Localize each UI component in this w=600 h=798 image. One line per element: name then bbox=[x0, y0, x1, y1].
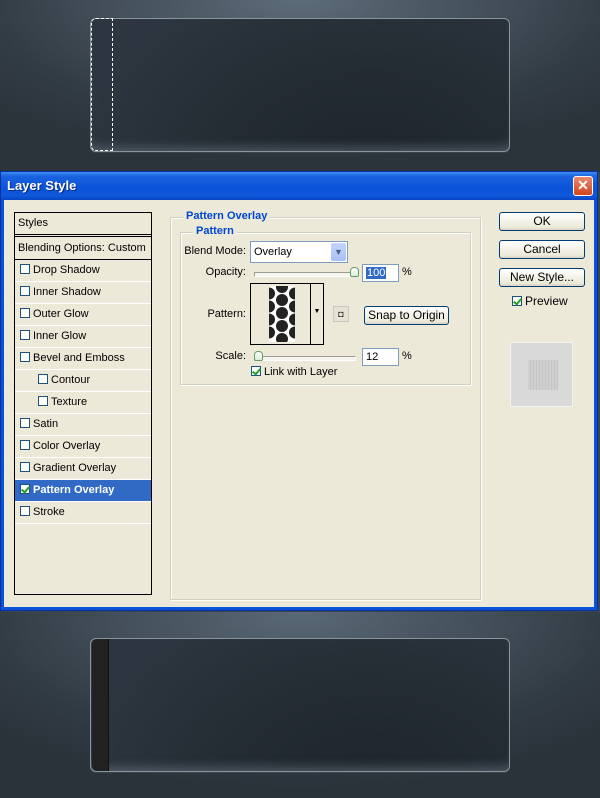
style-item-outer-glow[interactable]: Outer Glow bbox=[15, 304, 151, 326]
blend-mode-select[interactable]: Overlay ▼ bbox=[250, 241, 348, 263]
style-item-inner-shadow[interactable]: Inner Shadow bbox=[15, 282, 151, 304]
style-item-label: Pattern Overlay bbox=[33, 484, 115, 496]
new-style-button[interactable]: New Style... bbox=[499, 268, 585, 287]
style-checkbox[interactable] bbox=[38, 374, 48, 385]
style-item-label: Texture bbox=[51, 396, 88, 408]
dialog-title: Layer Style bbox=[7, 178, 77, 193]
opacity-label: Opacity: bbox=[205, 266, 246, 278]
style-item-label: Inner Glow bbox=[33, 330, 87, 342]
style-checkbox[interactable] bbox=[20, 484, 30, 495]
style-item-bevel-and-emboss[interactable]: Bevel and Emboss bbox=[15, 348, 151, 370]
layer-style-dialog: Layer Style ✕ Styles Blending Options: C… bbox=[0, 171, 598, 611]
style-item-texture[interactable]: Texture bbox=[15, 392, 151, 414]
scale-label: Scale: bbox=[215, 350, 246, 362]
style-item-satin[interactable]: Satin bbox=[15, 414, 151, 436]
pattern-strip bbox=[92, 639, 109, 771]
style-item-label: Gradient Overlay bbox=[33, 462, 117, 474]
style-checkbox[interactable] bbox=[38, 396, 48, 407]
blend-mode-label: Blend Mode: bbox=[184, 245, 246, 257]
style-checkbox[interactable] bbox=[20, 418, 30, 429]
blend-mode-value: Overlay bbox=[254, 246, 292, 258]
preview-swatch bbox=[528, 360, 558, 390]
style-item-gradient-overlay[interactable]: Gradient Overlay bbox=[15, 458, 151, 480]
opacity-input[interactable]: 100 bbox=[362, 264, 399, 282]
scale-percent: % bbox=[402, 350, 412, 362]
style-item-label: Drop Shadow bbox=[33, 264, 100, 276]
style-item-label: Contour bbox=[51, 374, 91, 386]
dialog-body: Styles Blending Options: Custom Drop Sha… bbox=[4, 200, 594, 607]
opacity-slider-thumb[interactable] bbox=[350, 267, 359, 277]
snap-to-origin-button[interactable]: Snap to Origin bbox=[364, 306, 449, 325]
pattern-swatch bbox=[269, 286, 295, 342]
style-checkbox[interactable] bbox=[20, 440, 30, 451]
ok-button[interactable]: OK bbox=[499, 212, 585, 231]
style-item-label: Bevel and Emboss bbox=[33, 352, 125, 364]
style-item-inner-glow[interactable]: Inner Glow bbox=[15, 326, 151, 348]
cancel-button[interactable]: Cancel bbox=[499, 240, 585, 259]
close-button[interactable]: ✕ bbox=[573, 176, 593, 196]
scale-input[interactable]: 12 bbox=[362, 348, 399, 366]
style-checkbox[interactable] bbox=[20, 308, 30, 319]
opacity-slider[interactable] bbox=[254, 272, 356, 277]
style-checkbox[interactable] bbox=[20, 264, 30, 275]
link-checkbox-box[interactable] bbox=[251, 366, 261, 377]
button-panel-bottom bbox=[90, 638, 510, 772]
style-item-label: Outer Glow bbox=[33, 308, 89, 320]
close-icon: ✕ bbox=[577, 177, 589, 193]
link-with-layer-label: Link with Layer bbox=[264, 366, 338, 378]
pattern-picker[interactable]: ▼ bbox=[250, 283, 324, 345]
opacity-percent: % bbox=[402, 266, 412, 278]
style-item-label: Stroke bbox=[33, 506, 65, 518]
style-checkbox[interactable] bbox=[20, 506, 30, 517]
style-item-drop-shadow[interactable]: Drop Shadow bbox=[15, 260, 151, 282]
scale-value: 12 bbox=[366, 351, 379, 363]
scale-slider-thumb[interactable] bbox=[254, 351, 263, 361]
blending-options-item[interactable]: Blending Options: Custom bbox=[15, 237, 151, 260]
style-item-contour[interactable]: Contour bbox=[15, 370, 151, 392]
pattern-label: Pattern: bbox=[207, 308, 246, 320]
preview-label: Preview bbox=[525, 294, 568, 308]
create-preset-button[interactable]: ◘ bbox=[333, 306, 349, 322]
scale-slider[interactable] bbox=[254, 356, 356, 361]
button-panel-top bbox=[90, 18, 510, 152]
preview-checkbox[interactable]: Preview bbox=[512, 294, 568, 308]
new-preset-icon: ◘ bbox=[338, 309, 344, 319]
chevron-down-icon[interactable]: ▼ bbox=[331, 243, 346, 261]
styles-list: Styles Blending Options: Custom Drop Sha… bbox=[14, 212, 152, 595]
style-item-label: Satin bbox=[33, 418, 59, 430]
style-checkbox[interactable] bbox=[20, 462, 30, 473]
group-title: Pattern bbox=[193, 225, 237, 237]
style-item-pattern-overlay[interactable]: Pattern Overlay bbox=[15, 480, 151, 502]
pattern-dropdown-arrow-icon[interactable]: ▼ bbox=[310, 284, 323, 344]
marquee-selection[interactable] bbox=[91, 18, 113, 151]
style-preview bbox=[510, 342, 573, 407]
style-checkbox[interactable] bbox=[20, 330, 30, 341]
style-checkbox[interactable] bbox=[20, 286, 30, 297]
style-item-label: Color Overlay bbox=[33, 440, 101, 452]
style-checkbox[interactable] bbox=[20, 352, 30, 363]
section-title: Pattern Overlay bbox=[183, 210, 271, 222]
style-item-label: Inner Shadow bbox=[33, 286, 101, 298]
styles-header[interactable]: Styles bbox=[15, 213, 151, 237]
link-with-layer-checkbox[interactable]: Link with Layer bbox=[251, 366, 337, 378]
style-item-stroke[interactable]: Stroke bbox=[15, 502, 151, 524]
preview-checkbox-box[interactable] bbox=[512, 295, 522, 306]
opacity-value: 100 bbox=[366, 267, 387, 279]
style-item-color-overlay[interactable]: Color Overlay bbox=[15, 436, 151, 458]
title-bar[interactable]: Layer Style ✕ bbox=[1, 172, 597, 200]
